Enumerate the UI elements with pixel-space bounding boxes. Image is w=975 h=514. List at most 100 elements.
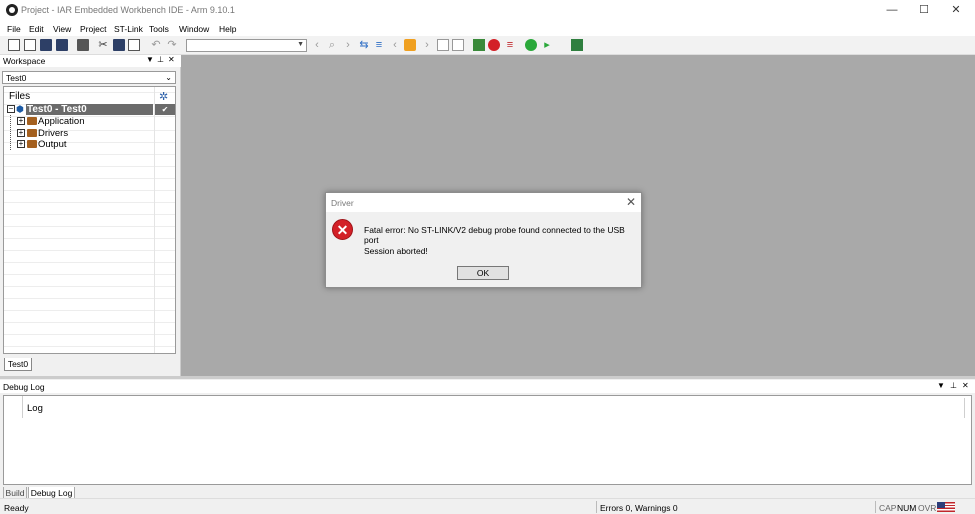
debug-log-title: Debug Log	[3, 382, 45, 392]
paste-icon[interactable]	[128, 39, 140, 51]
copy-icon[interactable]	[113, 39, 125, 51]
toolbar: ✂ ↶ ↷ ▼ ‹ ⌕ › ⇆ ≡ ‹ › ≡ ▸	[0, 36, 975, 55]
save-icon[interactable]	[40, 39, 52, 51]
previous-bookmark-icon[interactable]: ‹	[389, 39, 401, 51]
configuration-value: Test0	[6, 73, 27, 83]
compile-icon[interactable]	[437, 39, 449, 51]
menu-file[interactable]: File	[7, 24, 21, 34]
undo-icon[interactable]: ↶	[150, 39, 162, 51]
panel-menu-icon[interactable]: ▼	[937, 381, 945, 390]
close-button[interactable]: ✕	[941, 0, 971, 21]
status-divider	[875, 501, 876, 513]
error-message: Fatal error: No ST-LINK/V2 debug probe f…	[364, 225, 625, 245]
error-icon: ✕	[332, 219, 353, 240]
menu-edit[interactable]: Edit	[29, 24, 44, 34]
ovr-indicator: OVR	[918, 503, 937, 513]
caps-indicator: CAP	[879, 503, 897, 513]
column-divider	[22, 396, 23, 418]
panel-close-icon[interactable]: ✕	[962, 381, 969, 390]
debug-without-download-icon[interactable]: ▸	[541, 39, 553, 51]
panel-menu-icon[interactable]: ▼	[146, 55, 154, 64]
toggle-bookmark-icon[interactable]: ⇆	[358, 39, 370, 51]
new-workspace-icon[interactable]	[24, 39, 36, 51]
title-bar: Project - IAR Embedded Workbench IDE - A…	[0, 0, 975, 21]
menu-help[interactable]: Help	[219, 24, 236, 34]
expand-icon[interactable]: +	[17, 140, 25, 148]
debug-icon[interactable]	[473, 39, 485, 51]
next-bookmark-icon[interactable]: ›	[421, 39, 433, 51]
status-divider	[596, 501, 597, 513]
num-indicator: NUM	[897, 503, 917, 513]
debug-log-header: Debug Log ▼ ⊥ ✕	[0, 380, 975, 393]
folder-icon	[27, 129, 37, 137]
window-title: Project - IAR Embedded Workbench IDE - A…	[21, 5, 235, 15]
chevron-down-icon: ⌄	[165, 73, 172, 82]
project-icon: ⬢	[16, 104, 24, 114]
dialog-title: Driver	[331, 198, 354, 208]
tree-root-project[interactable]: − ⬢ Test0 - Test0 ✔	[4, 104, 175, 115]
workspace-panel: Workspace ▼ ⊥ ✕ Test0 ⌄ Files ✲ − ⬢ Test…	[0, 55, 181, 376]
tree-item-drivers[interactable]: + Drivers	[4, 128, 154, 139]
bookmark-icon[interactable]	[404, 39, 416, 51]
workspace-tab-test0[interactable]: Test0	[4, 358, 32, 371]
folder-icon	[27, 117, 37, 125]
file-tree: Files ✲ − ⬢ Test0 - Test0 ✔ + Applicatio…	[3, 86, 176, 354]
gear-icon[interactable]: ✲	[159, 90, 168, 103]
expand-icon[interactable]: +	[17, 129, 25, 137]
workspace-title: Workspace	[3, 56, 46, 66]
status-bar: Ready Errors 0, Warnings 0 CAP NUM OVR	[0, 498, 975, 514]
pin-icon[interactable]: ⊥	[157, 55, 164, 64]
menu-project[interactable]: Project	[80, 24, 106, 34]
goto-icon[interactable]: ≡	[373, 39, 385, 51]
checkmark-icon: ✔	[155, 104, 175, 115]
tree-item-label: Drivers	[38, 128, 69, 139]
debug-log-panel: Debug Log ▼ ⊥ ✕ Log Build Debug Log	[0, 376, 975, 500]
print-icon[interactable]	[77, 39, 89, 51]
log-column-header: Log	[27, 403, 43, 414]
save-all-icon[interactable]	[56, 39, 68, 51]
navigate-back-icon[interactable]: ‹	[311, 39, 323, 51]
menu-st-link[interactable]: ST-Link	[114, 24, 143, 34]
workspace-header: Workspace ▼ ⊥ ✕	[0, 55, 181, 67]
menu-window[interactable]: Window	[179, 24, 209, 34]
make-icon[interactable]	[452, 39, 464, 51]
error-detail: Session aborted!	[364, 246, 428, 256]
make-and-restart-icon[interactable]	[571, 39, 583, 51]
redo-icon[interactable]: ↷	[166, 39, 178, 51]
menu-bar: File Edit View Project ST-Link Tools Win…	[0, 21, 975, 36]
download-and-debug-icon[interactable]	[525, 39, 537, 51]
folder-icon	[27, 140, 37, 148]
tree-item-application[interactable]: + Application	[4, 116, 154, 127]
tree-item-label: Application	[38, 116, 85, 127]
collapse-icon[interactable]: −	[7, 105, 15, 113]
dialog-close-icon[interactable]: ✕	[626, 195, 636, 209]
maximize-button[interactable]: ☐	[909, 0, 939, 21]
debug-log-list: Log	[3, 395, 972, 485]
configuration-select[interactable]: Test0 ⌄	[2, 71, 176, 84]
panel-close-icon[interactable]: ✕	[168, 55, 175, 64]
project-label: Test0 - Test0	[27, 104, 87, 115]
expand-icon[interactable]: +	[17, 117, 25, 125]
find-combo[interactable]: ▼	[186, 39, 307, 52]
stop-build-icon[interactable]	[488, 39, 500, 51]
find-icon[interactable]: ⌕	[326, 39, 338, 51]
column-divider	[964, 398, 965, 418]
pin-icon[interactable]: ⊥	[950, 381, 957, 390]
dialog-title-bar: Driver ✕	[326, 193, 641, 212]
status-text: Ready	[4, 503, 29, 513]
tree-item-output[interactable]: + Output	[4, 139, 154, 150]
error-warning-count: Errors 0, Warnings 0	[600, 503, 678, 513]
chevron-down-icon: ▼	[297, 41, 304, 48]
minimize-button[interactable]: —	[877, 0, 907, 21]
app-icon	[6, 4, 18, 16]
cut-icon[interactable]: ✂	[97, 39, 109, 51]
tree-item-label: Output	[38, 139, 67, 150]
breakpoint-icon[interactable]: ≡	[504, 39, 516, 51]
menu-view[interactable]: View	[53, 24, 71, 34]
ok-button[interactable]: OK	[457, 266, 509, 280]
files-header: Files	[9, 91, 31, 102]
menu-tools[interactable]: Tools	[149, 24, 169, 34]
column-divider	[154, 87, 155, 353]
navigate-forward-icon[interactable]: ›	[342, 39, 354, 51]
new-file-icon[interactable]	[8, 39, 20, 51]
